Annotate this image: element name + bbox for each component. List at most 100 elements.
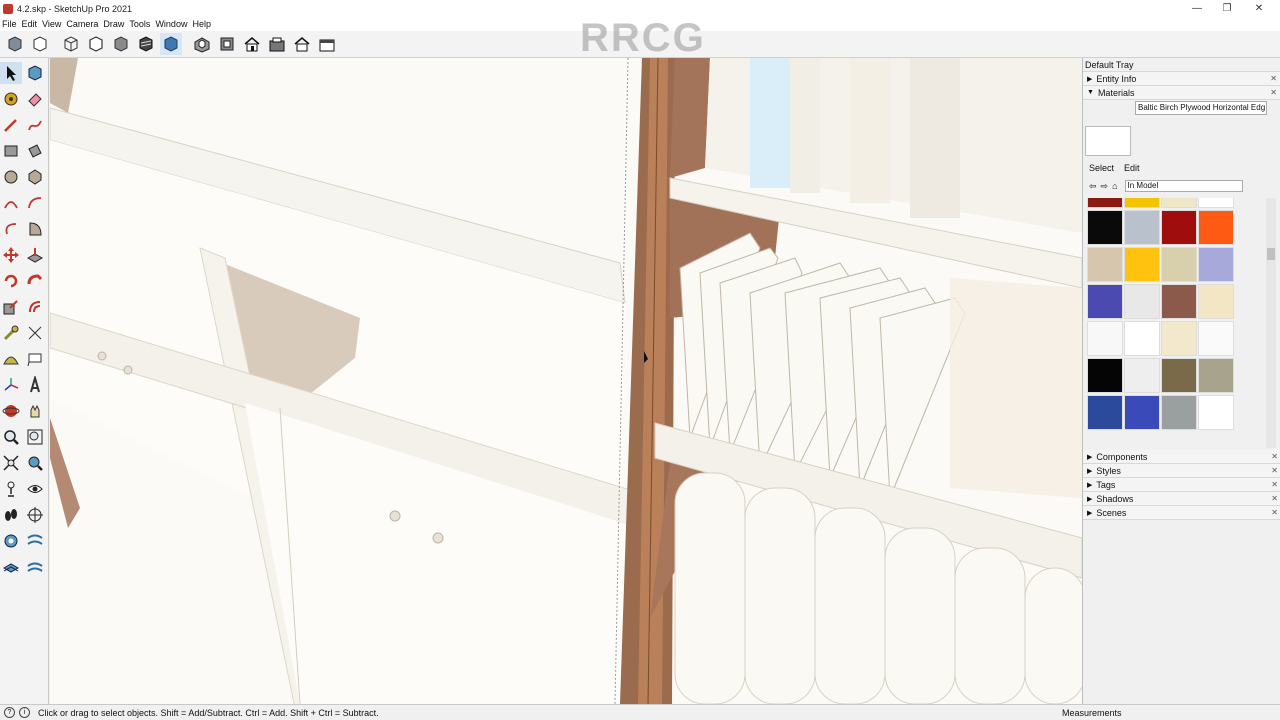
rotate-tool-icon[interactable] xyxy=(0,270,22,292)
two-point-arc-icon[interactable] xyxy=(24,192,46,214)
offset-tool-icon[interactable] xyxy=(24,296,46,318)
rotated-rectangle-icon[interactable] xyxy=(24,140,46,162)
previous-view-icon[interactable] xyxy=(24,452,46,474)
rectangle-tool-icon[interactable] xyxy=(0,140,22,162)
material-swatch[interactable] xyxy=(1124,321,1160,356)
iso-view-icon[interactable] xyxy=(191,33,213,55)
zoom-extents-icon[interactable] xyxy=(0,452,22,474)
credits-icon[interactable]: ? xyxy=(4,707,15,718)
top-view-icon[interactable] xyxy=(216,33,238,55)
panel-shadows[interactable]: ▶ Shadows ✕ xyxy=(1083,492,1280,506)
material-swatch[interactable] xyxy=(1087,198,1123,208)
menu-file[interactable]: File xyxy=(2,19,17,29)
material-swatch[interactable] xyxy=(1087,395,1123,430)
close-button[interactable]: ✕ xyxy=(1244,0,1274,17)
info-icon[interactable]: i xyxy=(19,707,30,718)
shaded-icon[interactable] xyxy=(110,33,132,55)
close-panel-icon[interactable]: ✕ xyxy=(1271,480,1278,489)
material-swatch[interactable] xyxy=(1087,358,1123,393)
follow-me-icon[interactable] xyxy=(24,270,46,292)
3d-text-icon[interactable] xyxy=(24,374,46,396)
panel-tags[interactable]: ▶ Tags ✕ xyxy=(1083,478,1280,492)
wireframe-icon[interactable] xyxy=(60,33,82,55)
menu-window[interactable]: Window xyxy=(155,19,187,29)
three-point-arc-icon[interactable] xyxy=(0,218,22,240)
orbit-tool-icon[interactable] xyxy=(0,400,22,422)
pan-tool-icon[interactable] xyxy=(24,400,46,422)
panel-components[interactable]: ▶ Components ✕ xyxy=(1083,450,1280,464)
material-swatch[interactable] xyxy=(1198,321,1234,356)
back-arrow-icon[interactable]: ⇦ xyxy=(1089,181,1097,192)
panel-materials[interactable]: ▼ Materials ✕ xyxy=(1083,86,1280,100)
polygon-tool-icon[interactable] xyxy=(24,166,46,188)
material-swatch[interactable] xyxy=(1161,247,1197,282)
material-swatch[interactable] xyxy=(1161,198,1197,208)
minimize-button[interactable]: — xyxy=(1182,0,1212,17)
zoom-tool-icon[interactable] xyxy=(0,426,22,448)
material-swatch[interactable] xyxy=(1124,358,1160,393)
panel-styles[interactable]: ▶ Styles ✕ xyxy=(1083,464,1280,478)
tab-edit[interactable]: Edit xyxy=(1124,163,1140,173)
material-swatch[interactable] xyxy=(1124,284,1160,319)
panel-scenes[interactable]: ▶ Scenes ✕ xyxy=(1083,506,1280,520)
move-tool-icon[interactable] xyxy=(0,244,22,266)
close-panel-icon[interactable]: ✕ xyxy=(1271,494,1278,503)
material-swatch[interactable] xyxy=(1124,198,1160,208)
material-swatch[interactable] xyxy=(1198,247,1234,282)
scale-tool-icon[interactable] xyxy=(0,296,22,318)
material-swatch[interactable] xyxy=(1124,247,1160,282)
close-panel-icon[interactable]: ✕ xyxy=(1270,74,1277,83)
text-tool-icon[interactable] xyxy=(24,348,46,370)
look-around-icon[interactable] xyxy=(24,478,46,500)
position-camera-icon[interactable] xyxy=(0,478,22,500)
material-swatch[interactable] xyxy=(1198,284,1234,319)
front-view-icon[interactable] xyxy=(241,33,263,55)
material-swatch[interactable] xyxy=(1198,395,1234,430)
drape-tool-icon[interactable] xyxy=(24,556,46,578)
material-swatch[interactable] xyxy=(1124,395,1160,430)
section-plane-icon[interactable] xyxy=(24,504,46,526)
make-component-icon[interactable] xyxy=(24,62,46,84)
panel-entity-info[interactable]: ▶ Entity Info ✕ xyxy=(1083,72,1280,86)
material-swatch[interactable] xyxy=(1198,358,1234,393)
material-swatch[interactable] xyxy=(1161,321,1197,356)
shaded-textures-icon[interactable] xyxy=(135,33,157,55)
right-view-icon[interactable] xyxy=(266,33,288,55)
forward-arrow-icon[interactable]: ⇨ xyxy=(1101,181,1109,192)
back-view-icon[interactable] xyxy=(291,33,313,55)
material-swatch[interactable] xyxy=(1198,198,1234,208)
menu-edit[interactable]: Edit xyxy=(22,19,38,29)
tape-measure-icon[interactable] xyxy=(0,322,22,344)
protractor-icon[interactable] xyxy=(0,348,22,370)
select-tool-icon[interactable] xyxy=(0,62,22,84)
menu-draw[interactable]: Draw xyxy=(103,19,124,29)
xray-icon[interactable] xyxy=(4,33,26,55)
restore-button[interactable]: ❐ xyxy=(1212,0,1242,17)
menu-view[interactable]: View xyxy=(42,19,61,29)
scrollbar-thumb[interactable] xyxy=(1267,248,1275,260)
axes-tool-icon[interactable] xyxy=(0,374,22,396)
menu-camera[interactable]: Camera xyxy=(66,19,98,29)
material-swatch[interactable] xyxy=(1161,395,1197,430)
hidden-line-icon[interactable] xyxy=(85,33,107,55)
left-view-icon[interactable] xyxy=(316,33,338,55)
line-tool-icon[interactable] xyxy=(0,114,22,136)
close-panel-icon[interactable]: ✕ xyxy=(1271,466,1278,475)
material-swatch[interactable] xyxy=(1087,321,1123,356)
paint-bucket-icon[interactable] xyxy=(0,88,22,110)
material-swatch[interactable] xyxy=(1161,358,1197,393)
swatch-scrollbar[interactable] xyxy=(1266,198,1276,448)
menu-help[interactable]: Help xyxy=(192,19,211,29)
home-icon[interactable]: ⌂ xyxy=(1112,181,1117,191)
material-swatch[interactable] xyxy=(1161,284,1197,319)
model-viewport[interactable] xyxy=(50,58,1082,704)
material-swatch[interactable] xyxy=(1161,210,1197,245)
zoom-window-icon[interactable] xyxy=(24,426,46,448)
push-pull-icon[interactable] xyxy=(24,244,46,266)
sandbox-icon[interactable] xyxy=(0,530,22,552)
back-edges-icon[interactable] xyxy=(29,33,51,55)
material-swatch[interactable] xyxy=(1087,247,1123,282)
collection-dropdown[interactable]: In Model xyxy=(1124,180,1243,192)
close-panel-icon[interactable]: ✕ xyxy=(1271,508,1278,517)
pie-tool-icon[interactable] xyxy=(24,218,46,240)
